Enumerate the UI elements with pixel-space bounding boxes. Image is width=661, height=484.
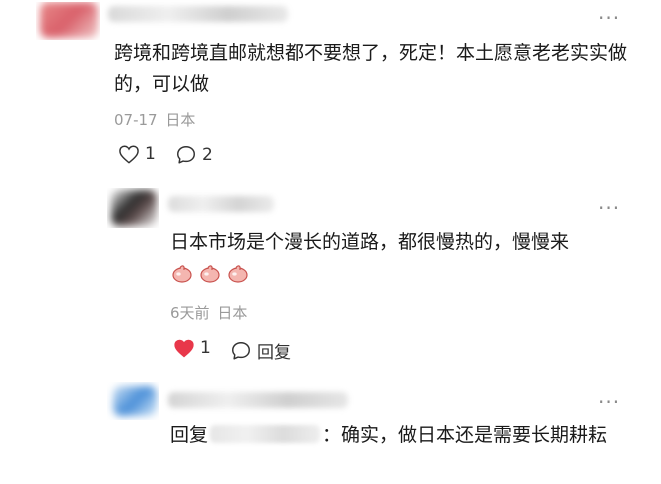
comment-button[interactable]: 2 [175,144,213,166]
reply-button[interactable]: 回复 [230,338,291,363]
reply-label: 回复 [257,343,291,363]
more-options-button[interactable]: ··· [598,8,620,28]
more-dots-icon: ··· [598,6,621,30]
comment-meta: 07-17 日本 [114,109,195,130]
avatar[interactable] [36,2,100,40]
thumbs-up-icon [200,265,220,283]
emoji-row [171,263,249,283]
comment-text: 回复 ：确实，做日本还是需要长期耕耘 [170,420,630,451]
comment-region: 日本 [165,111,196,129]
comment-region: 日本 [217,304,248,322]
more-dots-icon: ··· [598,196,621,220]
mentioned-username-redacted[interactable] [210,425,321,443]
more-dots-icon: ··· [598,390,621,414]
comment-bubble-icon [232,341,250,360]
avatar[interactable] [107,188,159,228]
comment-date: 6天前 [170,304,210,322]
like-button[interactable]: 1 [173,338,211,358]
avatar[interactable] [107,382,159,420]
reply-prefix: 回复 [170,424,209,446]
reply-count: 2 [202,145,213,165]
comment-text: 日本市场是个漫长的道路，都很慢热的，慢慢来 [170,231,570,253]
username-redacted[interactable] [108,6,288,22]
comment-meta: 6天前 日本 [170,302,247,323]
thumbs-up-icon [228,265,248,283]
username-redacted[interactable] [168,392,348,408]
comment-bubble-icon [177,146,195,164]
comment-date: 07-17 [114,111,158,129]
username-redacted[interactable] [168,196,274,212]
like-button[interactable]: 1 [118,144,156,164]
heart-filled-icon [174,339,194,358]
thumbs-up-icon [172,265,192,283]
reply-text: ：确实，做日本还是需要长期耕耘 [322,424,608,446]
comment-text: 跨境和跨境直邮就想都不要想了，死定！本土愿意老老实实做的，可以做 [114,42,628,95]
heart-outline-icon [119,145,139,164]
more-options-button[interactable]: ··· [598,198,620,218]
like-count: 1 [200,338,211,358]
like-count: 1 [145,144,156,164]
more-options-button[interactable]: ··· [598,392,620,412]
